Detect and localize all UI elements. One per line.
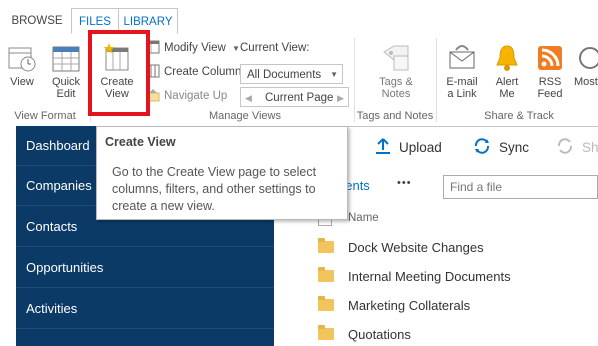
quick-edit-icon [50, 42, 82, 74]
view-button[interactable]: View [4, 38, 40, 88]
tags-notes-label: Tags & Notes [379, 76, 413, 100]
list-item[interactable]: Quotations [318, 325, 411, 345]
current-page-pager[interactable]: ◀ Current Page ▶ [240, 87, 349, 107]
bell-icon [491, 42, 523, 74]
rss-icon [534, 42, 566, 74]
current-view-label: Current View: [240, 42, 310, 54]
tooltip-title: Create View [105, 135, 176, 149]
modify-view-label: Modify View [164, 42, 226, 54]
share-label: Sha [582, 140, 598, 155]
most-liked-icon [574, 42, 598, 74]
alert-me-button[interactable]: Alert Me [488, 38, 526, 100]
folder-name[interactable]: Dock Website Changes [348, 240, 484, 255]
email-link-button[interactable]: E-mail a Link [440, 38, 484, 100]
tags-notes-button[interactable]: Tags & Notes [368, 38, 424, 100]
folder-icon [318, 325, 334, 340]
current-view-value: All Documents [247, 69, 322, 81]
upload-icon [375, 137, 391, 162]
rss-feed-button[interactable]: RSS Feed [530, 38, 570, 100]
quick-edit-button[interactable]: Quick Edit [46, 38, 86, 100]
navigate-up-label: Navigate Up [164, 90, 228, 102]
find-file-input[interactable]: Find a file [443, 175, 598, 199]
current-page-label: Current Page [265, 92, 334, 104]
sync-icon [473, 137, 491, 162]
folder-icon [318, 238, 334, 253]
list-item[interactable]: Internal Meeting Documents [318, 267, 511, 287]
more-options-icon[interactable]: ••• [397, 177, 412, 189]
folder-name[interactable]: Marketing Collaterals [348, 298, 470, 313]
share-button[interactable]: Sha [556, 137, 598, 159]
tab-browse[interactable]: BROWSE [8, 8, 66, 34]
folder-name[interactable]: Internal Meeting Documents [348, 269, 511, 284]
folder-name[interactable]: Quotations [348, 327, 411, 342]
share-icon [556, 137, 574, 159]
view-format-group-label: View Format [14, 110, 76, 122]
sync-button[interactable]: Sync [473, 137, 529, 159]
email-link-label: E-mail a Link [446, 76, 478, 100]
create-view-tooltip: Create View Go to the Create View page t… [96, 126, 348, 220]
sync-label: Sync [499, 140, 530, 155]
rss-feed-label: RSS Feed [537, 76, 563, 100]
separator [354, 38, 355, 122]
email-link-icon [446, 42, 478, 74]
navigate-up-button[interactable]: Navigate Up [146, 87, 227, 105]
left-gutter [0, 126, 16, 346]
list-item[interactable]: Dock Website Changes [318, 238, 484, 258]
chevron-down-icon: ▼ [232, 44, 240, 53]
tags-notes-group-label: Tags and Notes [356, 110, 434, 122]
tooltip-body: Go to the Create View page to select col… [112, 165, 317, 213]
tag-icon [380, 42, 412, 74]
alert-me-label: Alert Me [495, 76, 519, 100]
modify-view-button[interactable]: Modify View ▼ [146, 39, 240, 57]
name-column-header[interactable]: Name [348, 212, 379, 224]
most-liked-label: Most Li [574, 76, 598, 88]
chevron-down-icon: ▼ [330, 70, 338, 79]
create-column-label: Create Column [164, 66, 242, 78]
nav-item-activities[interactable]: Activities [16, 289, 274, 329]
folder-icon [318, 267, 334, 282]
separator [436, 38, 437, 122]
nav-item-opportunities[interactable]: Opportunities [16, 248, 274, 288]
share-track-group-label: Share & Track [484, 110, 554, 122]
list-item[interactable]: Marketing Collaterals [318, 296, 470, 316]
manage-views-group-label: Manage Views [209, 110, 281, 122]
previous-page-icon[interactable]: ◀ [245, 88, 252, 108]
most-liked-button[interactable]: Most Li [574, 38, 598, 88]
upload-label: Upload [399, 140, 442, 155]
next-page-icon[interactable]: ▶ [337, 88, 344, 108]
highlight-box [88, 30, 150, 116]
create-column-button[interactable]: Create Column [146, 63, 241, 81]
view-icon [6, 42, 38, 74]
view-label: View [10, 76, 34, 88]
folder-icon [318, 296, 334, 311]
quick-edit-label: Quick Edit [51, 76, 81, 100]
current-view-dropdown[interactable]: All Documents ▼ [240, 64, 343, 84]
upload-button[interactable]: Upload [375, 137, 442, 159]
find-file-placeholder: Find a file [450, 180, 503, 194]
